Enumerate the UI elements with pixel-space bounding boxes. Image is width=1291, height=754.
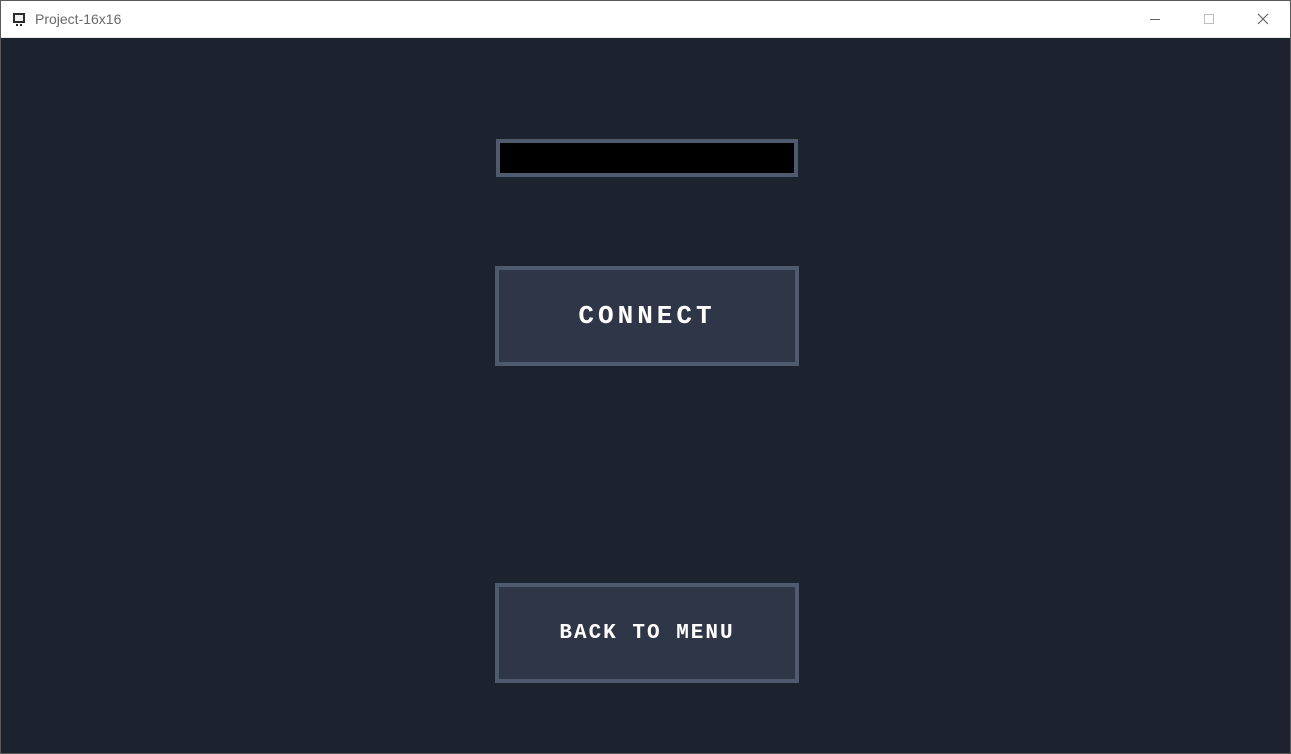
app-window: Project-16x16 CONNECT BACK TO MENU bbox=[0, 0, 1291, 754]
titlebar: Project-16x16 bbox=[1, 1, 1290, 38]
back-to-menu-button[interactable]: BACK TO MENU bbox=[495, 583, 799, 683]
connect-button[interactable]: CONNECT bbox=[495, 266, 799, 366]
connect-button-label: CONNECT bbox=[578, 301, 715, 331]
window-controls bbox=[1128, 1, 1290, 37]
app-icon bbox=[11, 11, 27, 27]
close-button[interactable] bbox=[1236, 1, 1290, 37]
minimize-button[interactable] bbox=[1128, 1, 1182, 37]
titlebar-left: Project-16x16 bbox=[1, 11, 121, 27]
back-button-label: BACK TO MENU bbox=[559, 622, 734, 645]
server-address-input[interactable] bbox=[496, 139, 798, 177]
game-client-area: CONNECT BACK TO MENU bbox=[1, 38, 1290, 753]
maximize-button[interactable] bbox=[1182, 1, 1236, 37]
window-title: Project-16x16 bbox=[35, 11, 121, 27]
